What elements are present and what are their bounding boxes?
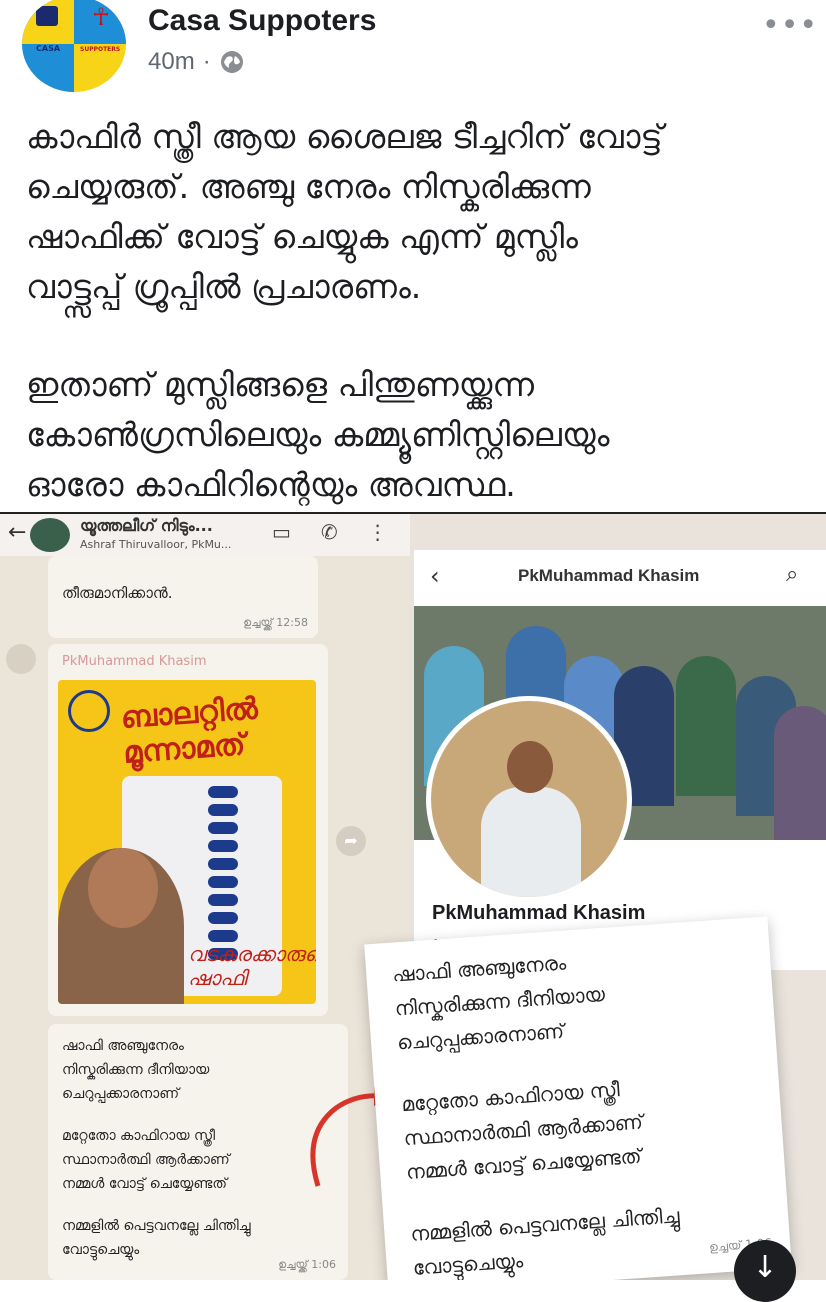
avatar-label-right: SUPPOTERS [80, 46, 121, 53]
vote-button-mark [208, 930, 238, 942]
group-avatar [30, 518, 70, 552]
post-text-line: ഇതാണ് മുസ്ലിങ്ങളെ പിന്തുണയ്ക്കുന്ന [26, 365, 534, 404]
facebook-profile: ‹ PkMuhammad Khasim ⌕ PkMuhammad Khasim … [414, 550, 826, 970]
phone-icon: ✆ [320, 520, 338, 544]
post-text-line: കോൺഗ്രസിലെയും കമ്മ്യൂണിസ്റ്റിലെയും [26, 415, 610, 454]
post-text-line: കാഫിർ സ്ത്രീ ആയ ശൈലജ ടീച്ചറിന് വോട്ട് [26, 117, 663, 156]
video-call-icon: ▭ [272, 520, 291, 544]
meta-separator: · [202, 48, 211, 75]
poster-script: വടകരക്കാരുടെ ഷാഫി [188, 942, 316, 990]
callout-line: മറ്റേതോ കാഫിറായ സ്ത്രീ [400, 1077, 621, 1117]
post-text-line: ഓരോ കാഫിറിന്റെയും അവസ്ഥ. [26, 465, 516, 504]
callout-line: നിസ്കരിക്കുന്ന ദീനിയായ [393, 981, 606, 1021]
arrow-down-icon[interactable]: ↓ [734, 1240, 796, 1302]
bubble-text: തീരുമാനിക്കാൻ. [62, 584, 173, 602]
voting-buttons [208, 786, 248, 966]
message-line: സ്ഥാനാർത്ഥി ആർക്കാണ് [62, 1152, 230, 1168]
forward-icon: ➦ [336, 826, 366, 856]
post-image[interactable]: ← യൂത്തലീഗ് നിടും... Ashraf Thiruvalloor… [0, 514, 826, 1280]
post-text-line: വാട്ട്സപ്പ് ഗ്രൂപ്പിൽ പ്രചാരണം. [26, 267, 422, 306]
group-title: യൂത്തലീഗ് നിടും... [80, 516, 213, 535]
vote-button-mark [208, 822, 238, 834]
message-line: നമ്മൾ വോട്ട് ചെയ്യേണ്ടത് [62, 1176, 227, 1192]
post-meta: 40m · [148, 48, 245, 76]
profile-header-title: PkMuhammad Khasim [518, 566, 700, 585]
message-line: നിസ്കരിക്കുന്ന ദീനിയായ [62, 1062, 210, 1078]
bubble-time: ഉച്ചയ്ക്ക് 12:58 [243, 616, 308, 629]
vote-button-mark [208, 894, 238, 906]
message-line: നമ്മളിൽ പെട്ടവനല്ലേ ചിന്തിച്ചു [62, 1218, 251, 1234]
avatar-label-left: CASA [36, 44, 61, 53]
post-text-line: ഷാഫിക്ക് വോട്ട് ചെയ്യുക എന്ന് മുസ്ലിം [26, 217, 578, 256]
emblem-icon: ☥ [92, 3, 110, 31]
campaign-poster: ബാലറ്റിൽ മൂന്നാമത് വടകരക്കാരുടെ ഷാഫി [58, 680, 316, 1004]
vote-button-mark [208, 876, 238, 888]
post-text-line: ചെയ്യരുത്. അഞ്ചു നേരം നിസ്കരിക്കുന്ന [26, 167, 591, 206]
quote-callout: ഷാഫി അഞ്ചുനേരം നിസ്കരിക്കുന്ന ദീനിയായ ചെ… [364, 916, 792, 1280]
profile-head [507, 741, 553, 793]
hand-symbol-icon [68, 690, 110, 732]
callout-line: വോട്ടുചെയ്യും [412, 1248, 524, 1280]
message-line: ചെറുപ്പക്കാരനാണ് [62, 1086, 180, 1102]
group-members: Ashraf Thiruvalloor, PkMu... [80, 538, 232, 551]
post-header: ☥ CASA SUPPOTERS Casa Suppoters 40m · ••… [0, 0, 826, 100]
message-time: ഉച്ചയ്ക്ക് 1:06 [278, 1258, 336, 1271]
callout-line: ചെറുപ്പക്കാരനാണ് [396, 1018, 565, 1055]
profile-body [481, 787, 581, 897]
vote-button-mark [208, 840, 238, 852]
message-line: ഷാഫി അഞ്ചുനേരം [62, 1038, 184, 1054]
post-time[interactable]: 40m [148, 48, 195, 76]
page-name[interactable]: Casa Suppoters [148, 4, 376, 38]
vote-button-mark [208, 804, 238, 816]
more-dots-icon[interactable]: ••• [762, 8, 818, 43]
candidate-head [88, 848, 158, 928]
page-avatar[interactable]: ☥ CASA SUPPOTERS [22, 0, 126, 92]
menu-dots-icon: ⋮ [367, 520, 388, 544]
poster-title: ബാലറ്റിൽ മൂന്നാമത് [119, 691, 259, 771]
vote-button-mark [208, 858, 238, 870]
callout-line: ഷാഫി അഞ്ചുനേരം [391, 950, 567, 987]
header-icons: ▭ ✆ ⋮ [272, 520, 388, 544]
back-chevron-icon: ‹ [430, 562, 440, 590]
chat-bubble: തീരുമാനിക്കാൻ. ഉച്ചയ്ക്ക് 12:58 [48, 556, 318, 638]
callout-line: സ്ഥാനാർത്ഥി ആർക്കാണ് [402, 1109, 644, 1151]
crest-icon [36, 6, 58, 26]
cover-person [774, 706, 826, 840]
profile-picture [426, 696, 632, 902]
vote-button-mark [208, 912, 238, 924]
whatsapp-header: ← യൂത്തലീഗ് നിടും... Ashraf Thiruvalloor… [0, 514, 410, 556]
globe-icon [220, 51, 243, 73]
message-line: മറ്റേതോ കാഫിറായ സ്ത്രീ [62, 1128, 216, 1144]
message-line: വോട്ടുചെയ്യും [62, 1242, 140, 1258]
callout-line: നമ്മളിൽ പെട്ടവനല്ലേ ചിന്തിച്ചു [409, 1203, 681, 1246]
vote-button-mark [208, 786, 238, 798]
search-icon: ⌕ [786, 562, 799, 587]
profile-name: PkMuhammad Khasim [432, 902, 646, 924]
sender-avatar [6, 644, 36, 674]
sender-name: PkMuhammad Khasim [62, 654, 207, 669]
cover-person [676, 656, 736, 796]
back-arrow-icon: ← [8, 520, 27, 545]
callout-line: നമ്മൾ വോട്ട് ചെയ്യേണ്ടത് [405, 1143, 643, 1185]
chat-bubble-poster: PkMuhammad Khasim ബാലറ്റിൽ മൂന്നാമത് വടക… [48, 644, 328, 1016]
post-text: കാഫിർ സ്ത്രീ ആയ ശൈലജ ടീച്ചറിന് വോട്ട് ചെ… [26, 112, 806, 510]
